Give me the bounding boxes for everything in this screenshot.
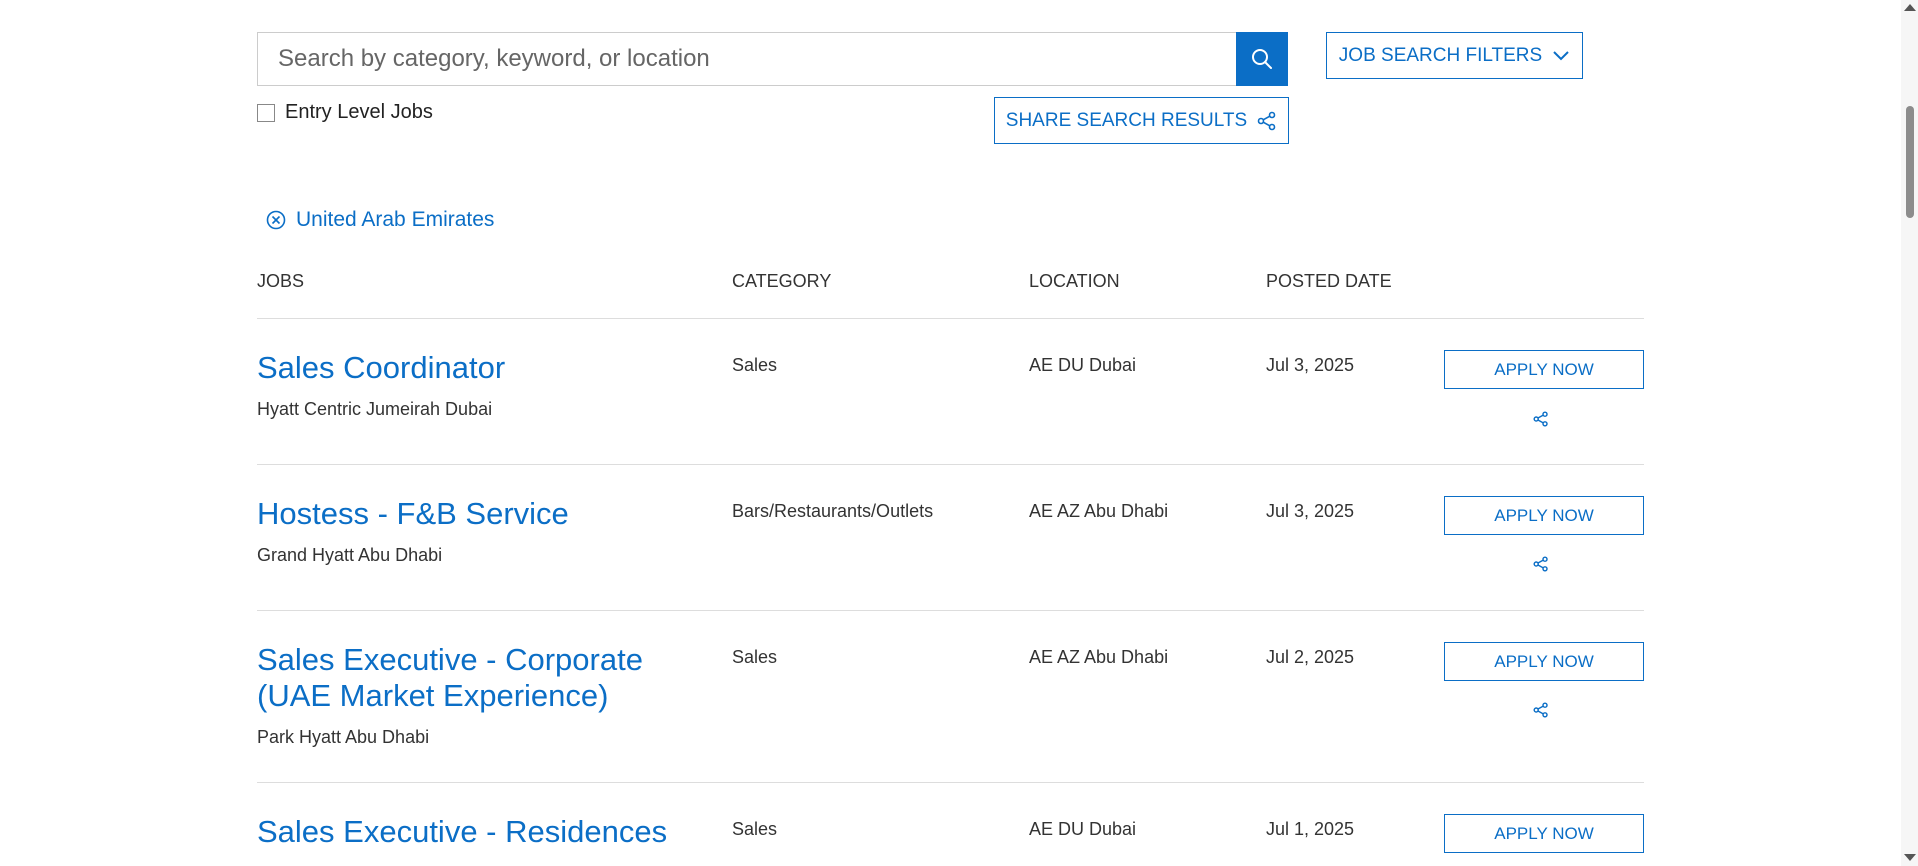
active-filter-chip[interactable]: United Arab Emirates <box>266 208 494 232</box>
active-filter-label: United Arab Emirates <box>296 208 495 231</box>
share-job-button[interactable] <box>1531 554 1551 574</box>
scrollbar-thumb[interactable] <box>1906 106 1914 218</box>
share-search-results-label: SHARE SEARCH RESULTS <box>1005 109 1248 131</box>
apply-now-button[interactable]: APPLY NOW <box>1444 496 1644 535</box>
job-category: Bars/Restaurants/Outlets <box>732 501 934 521</box>
share-job-button[interactable] <box>1531 409 1551 429</box>
column-header-category: CATEGORY <box>732 271 832 291</box>
table-divider <box>257 782 1644 783</box>
job-posted-date: Jul 2, 2025 <box>1266 647 1355 667</box>
search-icon <box>1252 49 1272 69</box>
page: JOB SEARCH FILTERS Entry Level Jobs SHAR… <box>0 0 1918 866</box>
share-icon <box>1257 111 1276 130</box>
job-title-link[interactable]: Sales Executive - Corporate (UAE Market … <box>257 642 697 714</box>
job-location: AE AZ Abu Dhabi <box>1029 501 1169 521</box>
job-hotel: Grand Hyatt Abu Dhabi <box>257 545 443 565</box>
share-icon <box>1533 411 1548 427</box>
job-category: Sales <box>732 355 778 375</box>
scroll-down-arrow-icon[interactable] <box>1904 854 1916 861</box>
job-posted-date: Jul 1, 2025 <box>1266 819 1355 839</box>
apply-now-button[interactable]: APPLY NOW <box>1444 814 1644 853</box>
share-search-results-button[interactable]: SHARE SEARCH RESULTS <box>994 97 1289 144</box>
job-location: AE DU Dubai <box>1029 355 1137 375</box>
table-divider <box>257 610 1644 611</box>
search-box <box>257 32 1237 86</box>
job-hotel: Park Hyatt Abu Dhabi <box>257 727 430 747</box>
share-icon <box>1533 556 1548 572</box>
job-search-filters-button[interactable]: JOB SEARCH FILTERS <box>1326 32 1583 79</box>
entry-level-checkbox[interactable] <box>257 103 275 122</box>
job-title-link[interactable]: Hostess - F&B Service <box>257 496 697 532</box>
job-hotel: Hyatt Centric Jumeirah Dubai <box>257 399 493 419</box>
job-title-link[interactable]: Sales Executive - Residences <box>257 814 777 850</box>
apply-now-button[interactable]: APPLY NOW <box>1444 350 1644 389</box>
job-search-filters-label: JOB SEARCH FILTERS <box>1338 44 1543 66</box>
job-title-link[interactable]: Sales Coordinator <box>257 350 697 386</box>
share-icon <box>1533 702 1548 718</box>
job-posted-date: Jul 3, 2025 <box>1266 501 1355 521</box>
job-location: AE AZ Abu Dhabi <box>1029 647 1169 667</box>
table-divider <box>257 464 1644 465</box>
column-header-jobs: JOBS <box>257 271 305 291</box>
scroll-up-arrow-icon[interactable] <box>1904 4 1916 11</box>
job-posted-date: Jul 3, 2025 <box>1266 355 1355 375</box>
search-input[interactable] <box>258 33 1236 85</box>
column-header-location: LOCATION <box>1029 271 1120 291</box>
search-button[interactable] <box>1236 32 1288 86</box>
entry-level-filter[interactable]: Entry Level Jobs <box>257 101 433 124</box>
entry-level-label: Entry Level Jobs <box>285 101 433 123</box>
column-header-posted-date: POSTED DATE <box>1266 271 1392 291</box>
apply-now-button[interactable]: APPLY NOW <box>1444 642 1644 681</box>
job-category: Sales <box>732 819 778 839</box>
job-category: Sales <box>732 647 778 667</box>
share-job-button[interactable] <box>1531 700 1551 720</box>
job-location: AE DU Dubai <box>1029 819 1137 839</box>
table-divider <box>257 318 1644 319</box>
chevron-down-icon <box>1553 50 1569 60</box>
vertical-scrollbar[interactable] <box>1901 0 1918 866</box>
close-circle-icon[interactable] <box>266 210 286 230</box>
